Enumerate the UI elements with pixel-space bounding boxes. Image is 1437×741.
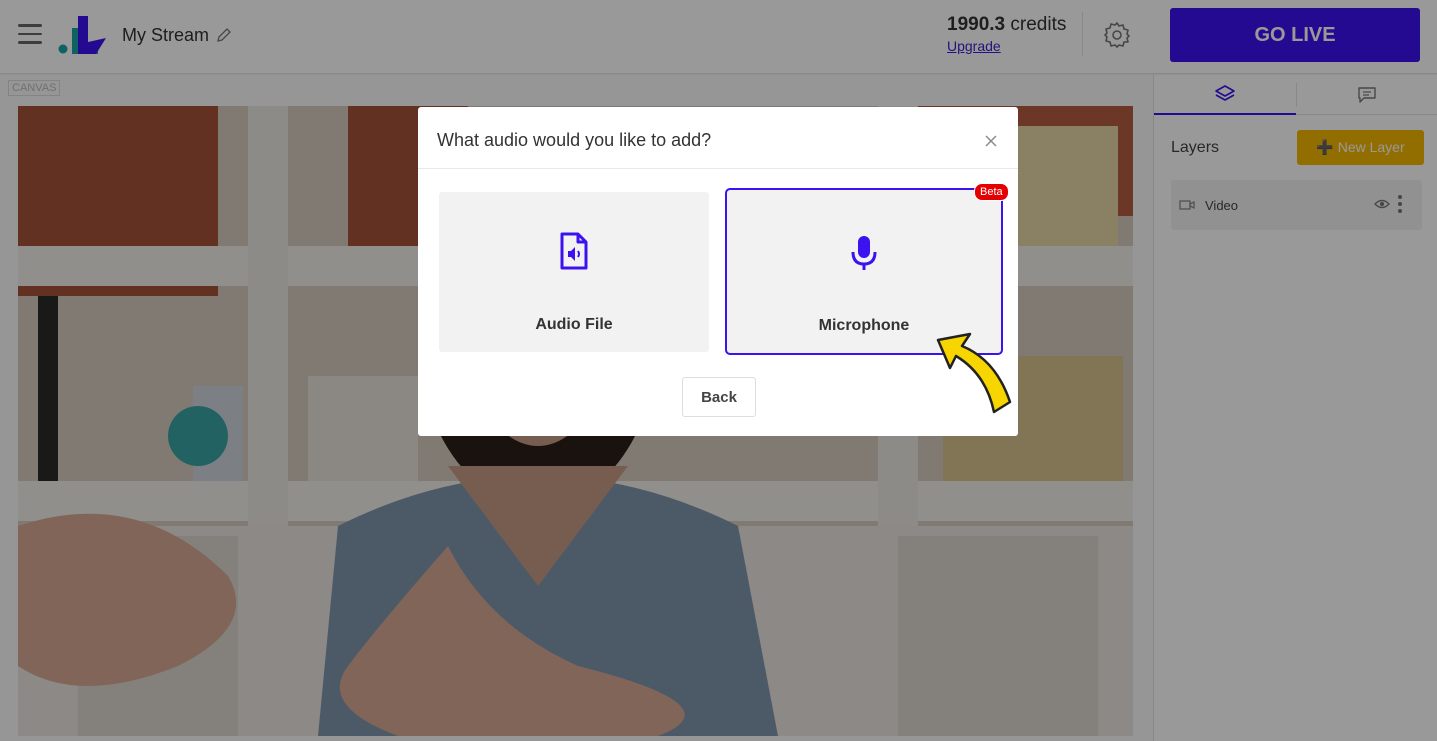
back-button[interactable]: Back: [682, 377, 756, 417]
audio-file-label: Audio File: [535, 316, 613, 333]
dialog-title: What audio would you like to add?: [437, 130, 712, 150]
close-icon[interactable]: [981, 131, 1001, 151]
microphone-icon: [851, 236, 877, 270]
audio-file-icon: [560, 232, 588, 270]
beta-badge: Beta: [974, 183, 1009, 201]
add-audio-dialog: What audio would you like to add? Audio …: [418, 107, 1018, 436]
pointer-arrow-icon: [936, 332, 1012, 414]
audio-file-option[interactable]: Audio File: [439, 192, 709, 352]
app: My Stream 1990.3 credits Upgrade GO LIVE…: [0, 0, 1437, 741]
dialog-header: What audio would you like to add?: [418, 107, 1018, 169]
